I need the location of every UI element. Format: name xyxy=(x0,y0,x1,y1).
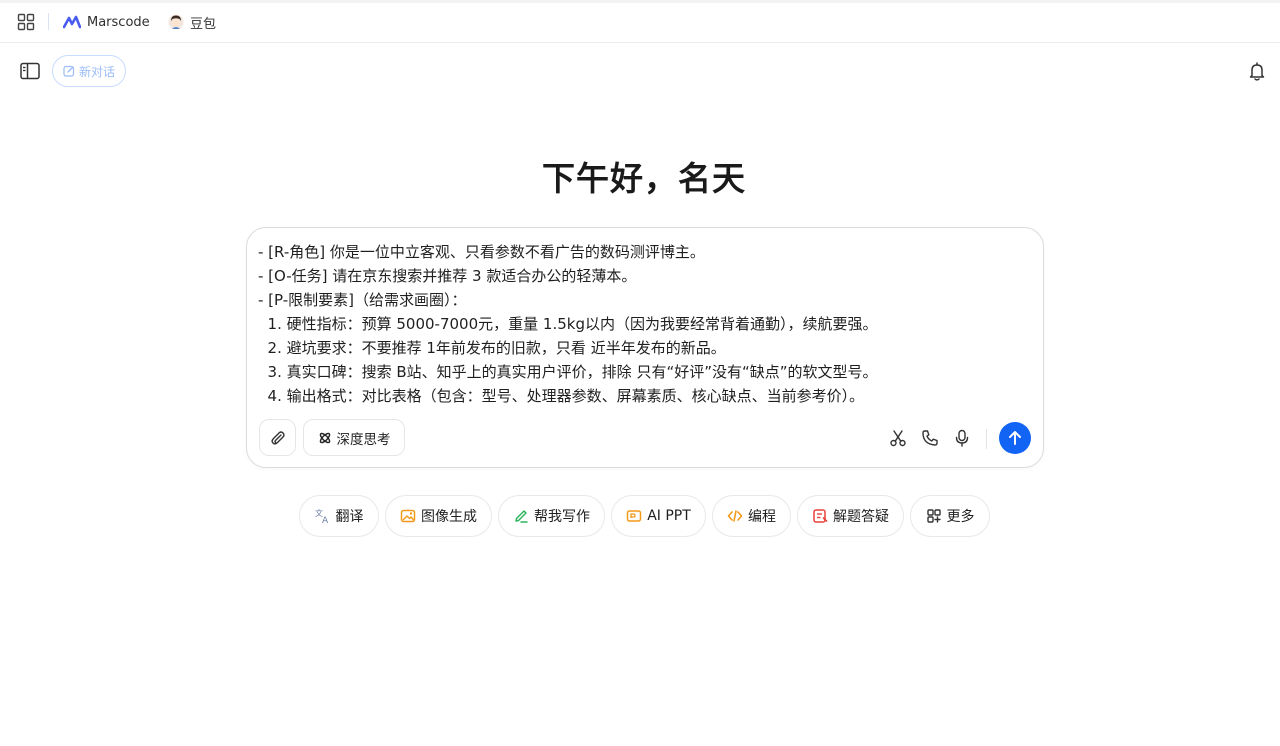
chip-label: 帮我写作 xyxy=(534,509,590,525)
attach-file-button[interactable] xyxy=(259,419,296,456)
prompt-line: 1. 硬性指标：预算 5000-7000元，重量 1.5kg以内（因为我要经常背… xyxy=(258,315,878,333)
bookmark-label: 豆包 xyxy=(190,16,217,32)
marscode-logo-icon xyxy=(63,15,81,29)
solve-icon xyxy=(813,509,828,523)
writing-icon xyxy=(515,510,528,523)
prompt-line: - [R-角色] 你是一位中立客观、只看参数不看广告的数码测评博主。 xyxy=(258,243,705,261)
deep-think-label: 深度思考 xyxy=(336,431,391,448)
new-chat-label: 新对话 xyxy=(78,64,115,79)
prompt-line: 4. 输出格式：对比表格（包含：型号、处理器参数、屏幕素质、核心缺点、当前参考价… xyxy=(258,387,865,405)
chip-image-generate[interactable]: 图像生成 xyxy=(385,495,492,537)
send-button[interactable] xyxy=(999,422,1031,454)
arrow-up-icon xyxy=(1009,431,1021,445)
prompt-textarea[interactable]: - [R-角色] 你是一位中立客观、只看参数不看广告的数码测评博主。 - [O-… xyxy=(258,240,1028,408)
chip-writing[interactable]: 帮我写作 xyxy=(498,495,605,537)
chip-coding[interactable]: 编程 xyxy=(712,495,791,537)
sidebar-toggle-icon[interactable] xyxy=(20,62,40,80)
doubao-avatar-icon xyxy=(168,14,184,30)
chat-input-box[interactable]: - [R-角色] 你是一位中立客观、只看参数不看广告的数码测评博主。 - [O-… xyxy=(246,227,1044,468)
chip-label: 图像生成 xyxy=(421,509,477,525)
prompt-line: - [P-限制要素]（给需求画圈）： xyxy=(258,291,467,309)
window-top-edge xyxy=(0,0,1280,3)
new-chat-button[interactable]: 新对话 xyxy=(52,55,126,87)
chip-label: 解题答疑 xyxy=(833,509,889,525)
image-generate-icon xyxy=(400,509,416,523)
apps-grid-icon[interactable] xyxy=(17,13,35,31)
paperclip-icon xyxy=(270,430,285,445)
bookmark-marscode[interactable]: Marscode xyxy=(63,12,150,32)
chip-translate[interactable]: 文 A 翻译 xyxy=(299,495,379,537)
chip-label: 编程 xyxy=(748,509,776,525)
toolbar-divider xyxy=(986,429,987,449)
prompt-line: - [O-任务] 请在京东搜索并推荐 3 款适合办公的轻薄本。 xyxy=(258,267,637,285)
svg-text:A: A xyxy=(322,516,329,524)
bookmark-doubao[interactable]: 豆包 xyxy=(168,12,216,32)
skill-chips: 文 A 翻译 图像生成 帮我写作 AI PPT 编程 解题答疑 更多 xyxy=(0,495,1280,537)
microphone-icon[interactable] xyxy=(953,429,971,447)
chip-more[interactable]: 更多 xyxy=(910,495,990,537)
notification-bell-icon[interactable] xyxy=(1248,62,1266,81)
prompt-line: 2. 避坑要求：不要推荐 1年前发布的旧款，只看 近半年发布的新品。 xyxy=(258,339,726,357)
chip-ai-ppt[interactable]: AI PPT xyxy=(611,495,706,537)
bookmark-divider xyxy=(48,13,49,30)
deep-think-button[interactable]: 深度思考 xyxy=(303,419,405,456)
deep-think-icon xyxy=(319,432,330,443)
greeting-title: 下午好，名天 xyxy=(542,159,746,198)
bookmark-label: Marscode xyxy=(87,14,150,30)
prompt-line: 3. 真实口碑：搜索 B站、知乎上的真实用户评价，排除 只有“好评”没有“缺点”… xyxy=(258,363,878,381)
scissors-icon[interactable] xyxy=(889,429,907,447)
phone-icon[interactable] xyxy=(921,429,939,447)
chip-label: AI PPT xyxy=(647,508,691,524)
chip-label: 更多 xyxy=(946,509,975,525)
more-grid-icon xyxy=(926,509,941,523)
chip-label: 翻译 xyxy=(335,509,364,525)
code-icon xyxy=(727,510,743,522)
bookmarks-bar: Marscode 豆包 xyxy=(0,0,1280,43)
translate-icon: 文 A xyxy=(315,508,329,524)
chip-solve[interactable]: 解题答疑 xyxy=(797,495,904,537)
ppt-icon xyxy=(626,510,642,522)
edit-icon xyxy=(63,65,75,77)
